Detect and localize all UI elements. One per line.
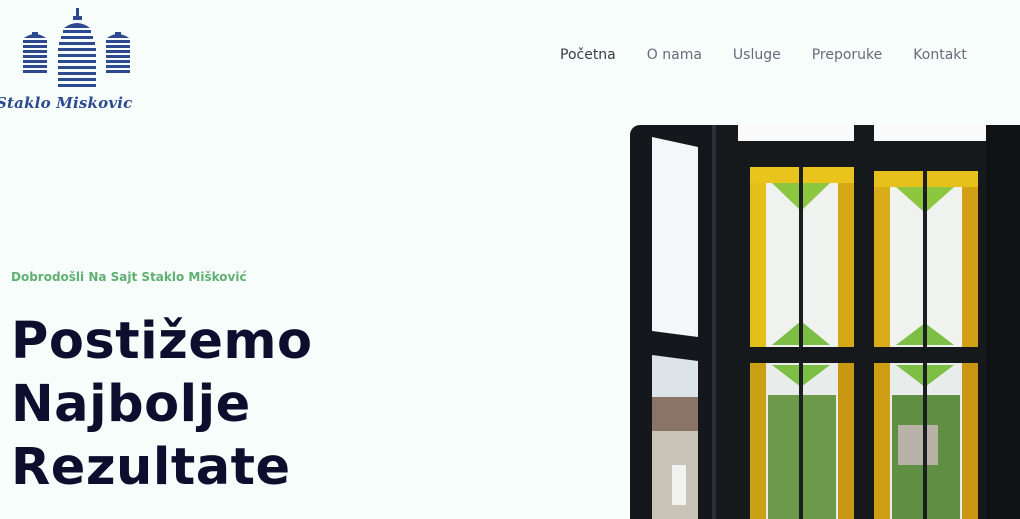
hero-title-line: Postižemo bbox=[11, 312, 313, 371]
main-navigation: Početna O nama Usluge Preporuke Kontakt bbox=[560, 47, 967, 63]
logo-text: Staklo Miskovic bbox=[0, 94, 133, 112]
nav-item-preporuke[interactable]: Preporuke bbox=[812, 47, 883, 63]
buildings-icon bbox=[23, 8, 130, 87]
nav-item-kontakt[interactable]: Kontakt bbox=[913, 47, 967, 63]
site-logo[interactable]: Staklo Miskovic bbox=[0, 6, 175, 112]
hero-title: Postižemo Najbolje Rezultate bbox=[11, 310, 313, 499]
nav-item-usluge[interactable]: Usluge bbox=[733, 47, 781, 63]
nav-item-o-nama[interactable]: O nama bbox=[647, 47, 702, 63]
nav-item-pocetna[interactable]: Početna bbox=[560, 47, 616, 63]
hero-subtitle: Dobrodošli Na Sajt Staklo Mišković bbox=[11, 270, 247, 284]
stained-glass-window-photo bbox=[630, 125, 1020, 519]
hero-title-line: Rezultate bbox=[11, 438, 291, 497]
hero-title-line: Najbolje bbox=[11, 375, 251, 434]
